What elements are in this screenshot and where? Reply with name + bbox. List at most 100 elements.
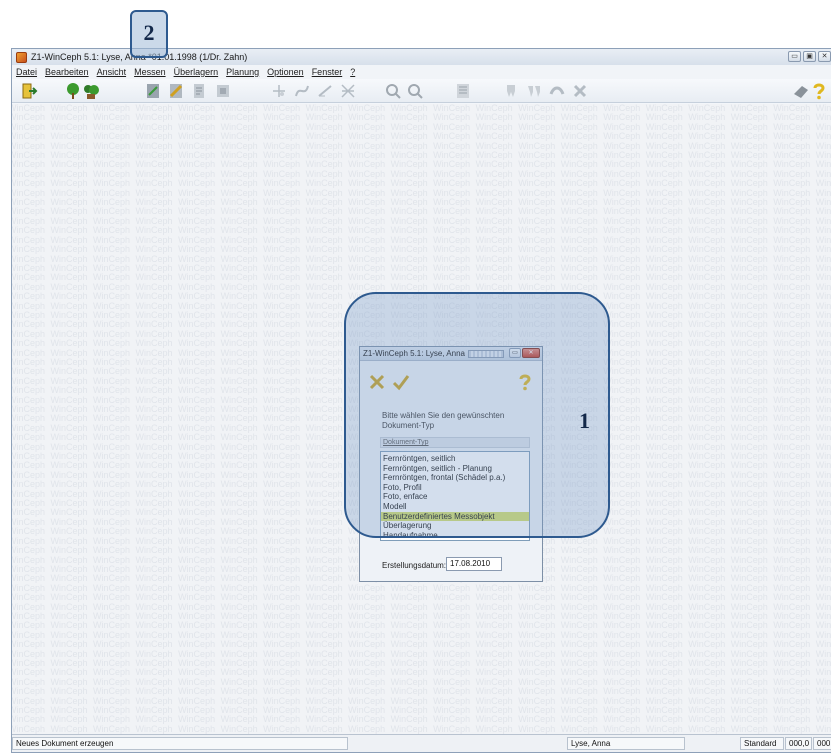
- zoom-in-icon[interactable]: [384, 82, 402, 100]
- watermark-line: WinCeph WinCeph WinCeph WinCeph WinCeph …: [12, 122, 831, 132]
- help-icon[interactable]: [810, 82, 828, 100]
- curve-icon[interactable]: [293, 82, 311, 100]
- menu-bearbeiten[interactable]: Bearbeiten: [45, 67, 89, 77]
- watermark-line: WinCeph WinCeph WinCeph WinCeph WinCeph …: [12, 310, 831, 320]
- point-icon[interactable]: [270, 82, 288, 100]
- status-patient: Lyse, Anna: [567, 737, 685, 750]
- list-item-selected[interactable]: Benutzerdefiniertes Messobjekt: [381, 511, 529, 522]
- status-mode: Standard: [740, 737, 784, 750]
- toolbar: [12, 79, 831, 103]
- list-item[interactable]: Handaufnahme: [381, 531, 529, 541]
- dialog-progress: [467, 349, 504, 358]
- watermark-line: WinCeph WinCeph WinCeph WinCeph WinCeph …: [12, 706, 831, 715]
- help-icon: [516, 374, 534, 394]
- app-window: Z1-WinCeph 5.1: Lyse, Anna *01.01.1998 (…: [11, 48, 831, 753]
- tree-group-icon[interactable]: [82, 82, 100, 100]
- new-document-dialog: Z1-WinCeph 5.1: Lyse, Anna ▭ ✕ Bitte wäh…: [359, 346, 543, 582]
- watermark-line: WinCeph WinCeph WinCeph WinCeph WinCeph …: [12, 207, 831, 217]
- watermark-line: WinCeph WinCeph WinCeph WinCeph WinCeph …: [12, 640, 831, 650]
- watermark-line: WinCeph WinCeph WinCeph WinCeph WinCeph …: [12, 602, 831, 612]
- maximize-button[interactable]: ▣: [803, 51, 816, 62]
- watermark-line: WinCeph WinCeph WinCeph WinCeph WinCeph …: [12, 593, 831, 603]
- menu-fenster[interactable]: Fenster: [312, 67, 343, 77]
- watermark-line: WinCeph WinCeph WinCeph WinCeph WinCeph …: [12, 263, 831, 273]
- menu-messen[interactable]: Messen: [134, 67, 166, 77]
- ok-button[interactable]: [392, 373, 410, 391]
- watermark-line: WinCeph WinCeph WinCeph WinCeph WinCeph …: [12, 301, 831, 311]
- line-icon[interactable]: [316, 82, 334, 100]
- dialog-help-button[interactable]: [516, 373, 534, 391]
- tooth-icon[interactable]: [502, 82, 520, 100]
- dialog-close-button[interactable]: ✕: [522, 348, 540, 358]
- tooth-remove-icon[interactable]: [571, 82, 589, 100]
- watermark-line: WinCeph WinCeph WinCeph WinCeph WinCeph …: [12, 630, 831, 640]
- list-item[interactable]: Überlagerung: [381, 521, 529, 531]
- callout-number-2: 2: [143, 20, 155, 45]
- settings-icon[interactable]: [792, 82, 810, 100]
- menu-planung[interactable]: Planung: [226, 67, 259, 77]
- watermark-line: WinCeph WinCeph WinCeph WinCeph WinCeph …: [12, 621, 831, 631]
- watermark-line: WinCeph WinCeph WinCeph WinCeph WinCeph …: [12, 724, 831, 734]
- watermark-line: WinCeph WinCeph WinCeph WinCeph WinCeph …: [12, 668, 831, 678]
- watermark-line: WinCeph WinCeph WinCeph WinCeph WinCeph …: [12, 141, 831, 151]
- status-message: Neues Dokument erzeugen: [12, 737, 348, 750]
- ok-icon: [392, 375, 410, 394]
- menu-datei[interactable]: Datei: [16, 67, 37, 77]
- menu-help[interactable]: ?: [350, 67, 355, 77]
- measure-page-icon[interactable]: [214, 82, 232, 100]
- document-type-list[interactable]: Fernröntgen, seitlich Fernröntgen, seitl…: [380, 451, 530, 541]
- tooth-pair-icon[interactable]: [525, 82, 543, 100]
- watermark-line: WinCeph WinCeph WinCeph WinCeph WinCeph …: [12, 329, 831, 339]
- watermark-line: WinCeph WinCeph WinCeph WinCeph WinCeph …: [12, 292, 831, 302]
- watermark-line: WinCeph WinCeph WinCeph WinCeph WinCeph …: [12, 649, 831, 659]
- watermark-line: WinCeph WinCeph WinCeph WinCeph WinCeph …: [12, 583, 831, 593]
- list-item[interactable]: Fernröntgen, seitlich - Planung: [381, 464, 529, 474]
- tooth-curve-icon[interactable]: [548, 82, 566, 100]
- dialog-controls: ▭ ✕: [509, 348, 540, 358]
- status-bar: Neues Dokument erzeugen Lyse, Anna Stand…: [12, 734, 831, 752]
- grid-icon[interactable]: [339, 82, 357, 100]
- document-list-icon[interactable]: [454, 82, 472, 100]
- cancel-button[interactable]: [368, 373, 386, 391]
- dialog-minimize-button[interactable]: ▭: [509, 348, 521, 358]
- dialog-prompt: Bitte wählen Sie den gewünschten Dokumen…: [382, 411, 505, 430]
- zoom-out-icon[interactable]: [406, 82, 424, 100]
- watermark-line: WinCeph WinCeph WinCeph WinCeph WinCeph …: [12, 198, 831, 208]
- watermark-line: WinCeph WinCeph WinCeph WinCeph WinCeph …: [12, 687, 831, 697]
- measure-doc-icon[interactable]: [190, 82, 208, 100]
- status-value-2: 000,0: [813, 737, 831, 750]
- watermark-line: WinCeph WinCeph WinCeph WinCeph WinCeph …: [12, 216, 831, 226]
- status-value-1: 000,0: [785, 737, 812, 750]
- cancel-icon: [368, 374, 386, 394]
- creation-date-field[interactable]: 17.08.2010: [446, 557, 502, 571]
- list-item[interactable]: Modell: [381, 502, 529, 512]
- close-button[interactable]: ✕: [818, 51, 831, 62]
- measure-icon[interactable]: [144, 82, 162, 100]
- list-item[interactable]: Foto, enface: [381, 492, 529, 502]
- list-item[interactable]: Foto, Profil: [381, 483, 529, 493]
- watermark-line: WinCeph WinCeph WinCeph WinCeph WinCeph …: [12, 132, 831, 142]
- watermark-line: WinCeph WinCeph WinCeph WinCeph WinCeph …: [12, 235, 831, 245]
- menu-ansicht[interactable]: Ansicht: [97, 67, 127, 77]
- exit-icon[interactable]: [20, 82, 38, 100]
- workspace[interactable]: WinCeph WinCeph WinCeph WinCeph WinCeph …: [12, 104, 831, 734]
- callout-2: 2: [130, 10, 168, 58]
- watermark-line: WinCeph WinCeph WinCeph WinCeph WinCeph …: [12, 254, 831, 264]
- tree-icon[interactable]: [64, 82, 82, 100]
- menu-ueberlagern[interactable]: Überlagern: [174, 67, 219, 77]
- watermark-line: WinCeph WinCeph WinCeph WinCeph WinCeph …: [12, 179, 831, 189]
- menu-bar: Datei Bearbeiten Ansicht Messen Überlage…: [12, 65, 831, 79]
- watermark-line: WinCeph WinCeph WinCeph WinCeph WinCeph …: [12, 188, 831, 198]
- measure-edit-icon[interactable]: [167, 82, 185, 100]
- watermark-line: WinCeph WinCeph WinCeph WinCeph WinCeph …: [12, 696, 831, 706]
- watermark-line: WinCeph WinCeph WinCeph WinCeph WinCeph …: [12, 226, 831, 236]
- list-item[interactable]: Fernröntgen, frontal (Schädel p.a.): [381, 473, 529, 483]
- list-item[interactable]: Fernröntgen, seitlich: [381, 454, 529, 464]
- watermark-line: WinCeph WinCeph WinCeph WinCeph WinCeph …: [12, 677, 831, 687]
- minimize-button[interactable]: ▭: [788, 51, 801, 62]
- watermark-line: WinCeph WinCeph WinCeph WinCeph WinCeph …: [12, 282, 831, 292]
- dialog-title-bar[interactable]: Z1-WinCeph 5.1: Lyse, Anna ▭ ✕: [360, 347, 542, 361]
- menu-optionen[interactable]: Optionen: [267, 67, 304, 77]
- watermark-line: WinCeph WinCeph WinCeph WinCeph WinCeph …: [12, 611, 831, 621]
- watermark-line: WinCeph WinCeph WinCeph WinCeph WinCeph …: [12, 169, 831, 179]
